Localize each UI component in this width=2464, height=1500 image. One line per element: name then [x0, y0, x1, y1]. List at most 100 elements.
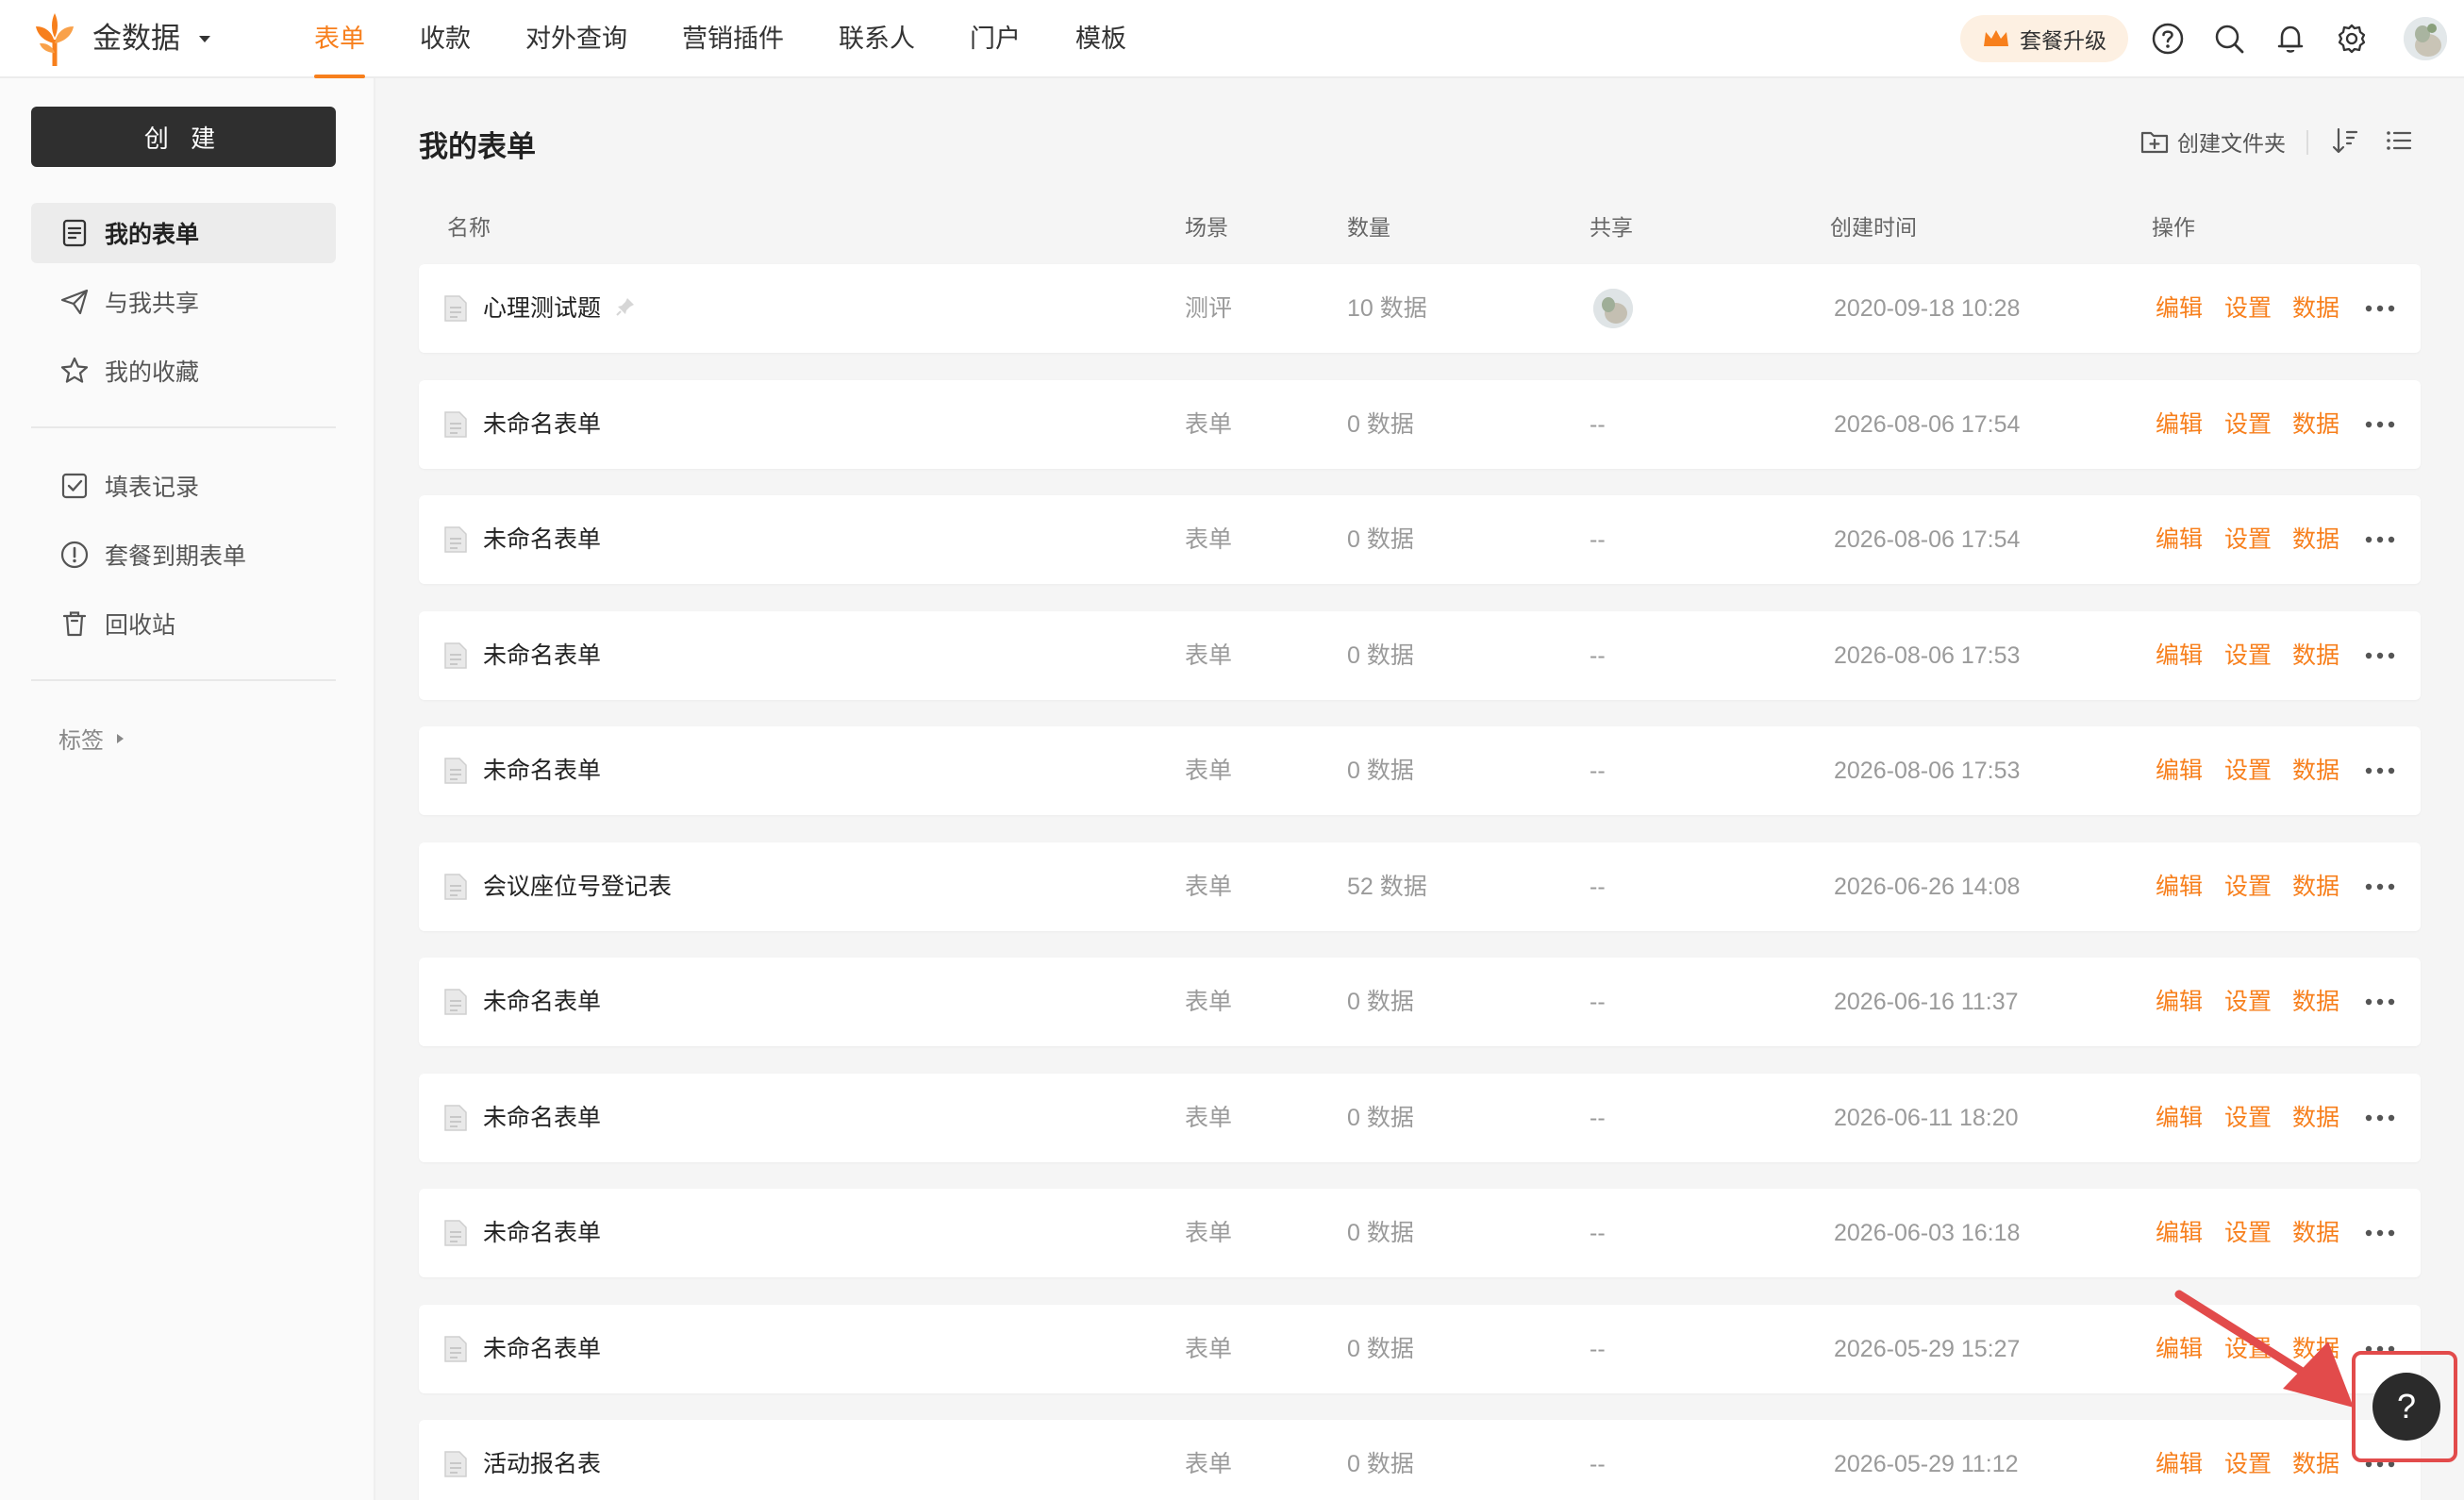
form-name[interactable]: 未命名表单 — [483, 495, 601, 584]
edit-link[interactable]: 编辑 — [2156, 1420, 2203, 1500]
sort-button[interactable] — [2330, 125, 2360, 156]
sidebar-item-fill-records[interactable]: 填表记录 — [31, 456, 336, 516]
data-link[interactable]: 数据 — [2292, 264, 2339, 353]
upgrade-plan-button[interactable]: 套餐升级 — [1960, 15, 2128, 62]
form-name[interactable]: 未命名表单 — [483, 958, 601, 1046]
table-row[interactable]: 未命名表单 表单 0 数据 -- 2026-08-06 17:54 编辑 设置 数据 — [419, 380, 2421, 469]
nav-templates[interactable]: 模板 — [1075, 0, 1126, 78]
form-data-count[interactable]: 0 数据 — [1347, 958, 1414, 1046]
edit-link[interactable]: 编辑 — [2156, 264, 2203, 353]
table-row[interactable]: 未命名表单 表单 0 数据 -- 2026-08-06 17:53 编辑 设置 数据 — [419, 726, 2421, 815]
data-link[interactable]: 数据 — [2292, 1074, 2339, 1162]
edit-link[interactable]: 编辑 — [2156, 958, 2203, 1046]
settings-link[interactable]: 设置 — [2224, 1189, 2272, 1277]
nav-forms[interactable]: 表单 — [314, 0, 365, 78]
tags-toggle[interactable]: 标签 — [58, 722, 126, 755]
caret-down-icon[interactable] — [196, 30, 213, 47]
data-link[interactable]: 数据 — [2292, 611, 2339, 700]
nav-portal[interactable]: 门户 — [970, 0, 1021, 78]
form-data-count[interactable]: 52 数据 — [1347, 842, 1427, 931]
column-header-created[interactable]: 创建时间 — [1830, 209, 1917, 242]
form-name[interactable]: 心理测试题 — [483, 264, 601, 353]
form-name[interactable]: 未命名表单 — [483, 380, 601, 469]
create-folder-button[interactable]: 创建文件夹 — [2139, 125, 2286, 158]
edit-link[interactable]: 编辑 — [2156, 611, 2203, 700]
nav-contacts[interactable]: 联系人 — [839, 0, 915, 78]
table-row[interactable]: 会议座位号登记表 表单 52 数据 -- 2026-06-26 14:08 编辑 设置 数据 — [419, 842, 2421, 931]
more-options-icon[interactable] — [2361, 302, 2399, 315]
more-options-icon[interactable] — [2361, 418, 2399, 431]
form-data-count[interactable]: 0 数据 — [1347, 380, 1414, 469]
create-button[interactable]: 创 建 — [31, 107, 336, 167]
pin-icon[interactable] — [614, 295, 637, 318]
list-view-button[interactable] — [2384, 125, 2414, 156]
settings-link[interactable]: 设置 — [2224, 726, 2272, 815]
settings-link[interactable]: 设置 — [2224, 611, 2272, 700]
data-link[interactable]: 数据 — [2292, 726, 2339, 815]
data-link[interactable]: 数据 — [2292, 842, 2339, 931]
form-data-count[interactable]: 0 数据 — [1347, 495, 1414, 584]
data-link[interactable]: 数据 — [2292, 958, 2339, 1046]
data-link[interactable]: 数据 — [2292, 1189, 2339, 1277]
table-row[interactable]: 未命名表单 表单 0 数据 -- 2026-06-03 16:18 编辑 设置 数据 — [419, 1189, 2421, 1277]
form-data-count[interactable]: 0 数据 — [1347, 611, 1414, 700]
sidebar-item-favorites[interactable]: 我的收藏 — [31, 341, 336, 401]
data-link[interactable]: 数据 — [2292, 1420, 2339, 1500]
settings-link[interactable]: 设置 — [2224, 958, 2272, 1046]
settings-link[interactable]: 设置 — [2224, 1074, 2272, 1162]
form-name[interactable]: 未命名表单 — [483, 611, 601, 700]
settings-link[interactable]: 设置 — [2224, 495, 2272, 584]
form-data-count[interactable]: 0 数据 — [1347, 1420, 1414, 1500]
form-data-count[interactable]: 10 数据 — [1347, 264, 1427, 353]
floating-help-button[interactable]: ? — [2372, 1373, 2440, 1441]
form-data-count[interactable]: 0 数据 — [1347, 1074, 1414, 1162]
data-link[interactable]: 数据 — [2292, 495, 2339, 584]
form-data-count[interactable]: 0 数据 — [1347, 726, 1414, 815]
bell-icon[interactable] — [2273, 22, 2307, 56]
jinshuju-logo-icon[interactable] — [26, 11, 83, 68]
edit-link[interactable]: 编辑 — [2156, 842, 2203, 931]
table-row[interactable]: 未命名表单 表单 0 数据 -- 2026-06-11 18:20 编辑 设置 数据 — [419, 1074, 2421, 1162]
more-options-icon[interactable] — [2361, 1226, 2399, 1240]
more-options-icon[interactable] — [2361, 649, 2399, 662]
settings-link[interactable]: 设置 — [2224, 1420, 2272, 1500]
edit-link[interactable]: 编辑 — [2156, 495, 2203, 584]
form-data-count[interactable]: 0 数据 — [1347, 1305, 1414, 1393]
help-circle-icon[interactable] — [2151, 22, 2185, 56]
data-link[interactable]: 数据 — [2292, 380, 2339, 469]
form-name[interactable]: 未命名表单 — [483, 1305, 601, 1393]
table-row[interactable]: 活动报名表 表单 0 数据 -- 2026-05-29 11:12 编辑 设置 数据 — [419, 1420, 2421, 1500]
more-options-icon[interactable] — [2361, 880, 2399, 893]
more-options-icon[interactable] — [2361, 1111, 2399, 1125]
table-row[interactable]: 未命名表单 表单 0 数据 -- 2026-08-06 17:54 编辑 设置 数据 — [419, 495, 2421, 584]
more-options-icon[interactable] — [2361, 764, 2399, 777]
edit-link[interactable]: 编辑 — [2156, 1074, 2203, 1162]
nav-payments[interactable]: 收款 — [420, 0, 471, 78]
gear-icon[interactable] — [2335, 22, 2369, 56]
edit-link[interactable]: 编辑 — [2156, 1189, 2203, 1277]
settings-link[interactable]: 设置 — [2224, 842, 2272, 931]
brand-name[interactable]: 金数据 — [92, 19, 180, 58]
search-icon[interactable] — [2212, 22, 2246, 56]
edit-link[interactable]: 编辑 — [2156, 726, 2203, 815]
nav-external-query[interactable]: 对外查询 — [525, 0, 627, 78]
shared-user-avatar[interactable] — [1593, 289, 1633, 328]
table-row[interactable]: 心理测试题 测评 10 数据 2020-09-18 10:28 编辑 设置 数据 — [419, 264, 2421, 353]
sidebar-item-my-forms[interactable]: 我的表单 — [31, 203, 336, 263]
user-avatar[interactable] — [2404, 17, 2447, 60]
table-row[interactable]: 未命名表单 表单 0 数据 -- 2026-08-06 17:53 编辑 设置 数据 — [419, 611, 2421, 700]
nav-marketing-plugins[interactable]: 营销插件 — [682, 0, 784, 78]
table-row[interactable]: 未命名表单 表单 0 数据 -- 2026-05-29 15:27 编辑 设置 数据 — [419, 1305, 2421, 1393]
sidebar-item-expired-plan-forms[interactable]: 套餐到期表单 — [31, 525, 336, 585]
settings-link[interactable]: 设置 — [2224, 380, 2272, 469]
form-name[interactable]: 活动报名表 — [483, 1420, 601, 1500]
form-name[interactable]: 未命名表单 — [483, 1189, 601, 1277]
sidebar-item-shared-with-me[interactable]: 与我共享 — [31, 272, 336, 332]
form-name[interactable]: 未命名表单 — [483, 726, 601, 815]
sidebar-item-trash[interactable]: 回收站 — [31, 593, 336, 654]
more-options-icon[interactable] — [2361, 533, 2399, 546]
form-data-count[interactable]: 0 数据 — [1347, 1189, 1414, 1277]
settings-link[interactable]: 设置 — [2224, 264, 2272, 353]
edit-link[interactable]: 编辑 — [2156, 380, 2203, 469]
form-name[interactable]: 会议座位号登记表 — [483, 842, 672, 931]
